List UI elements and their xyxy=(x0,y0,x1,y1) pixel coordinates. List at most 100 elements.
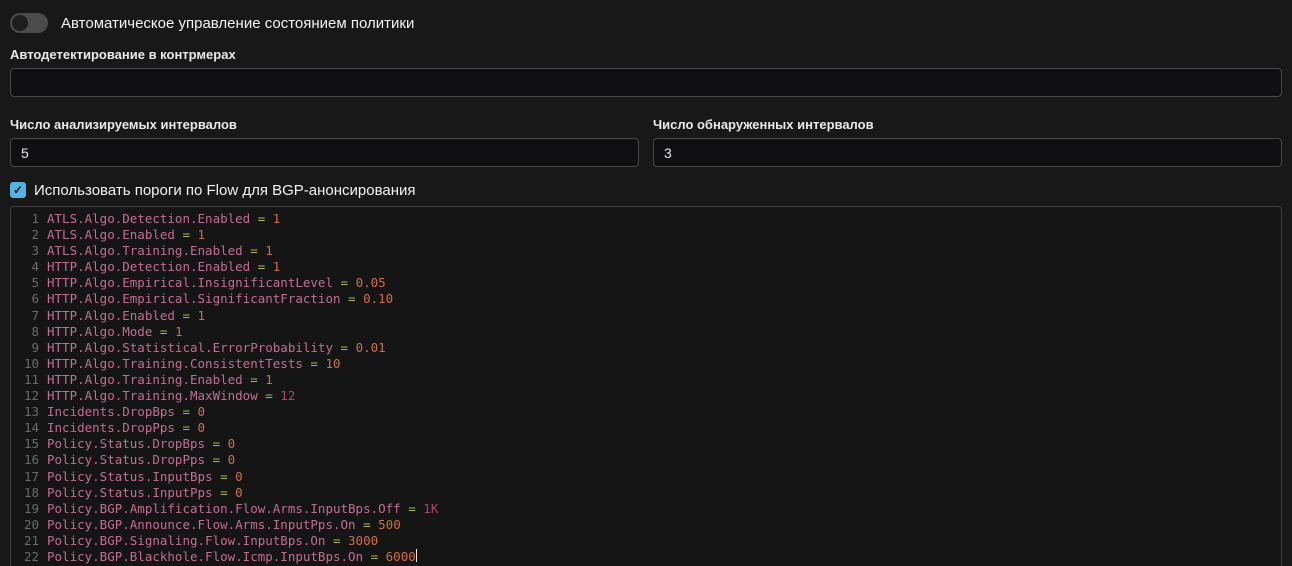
code-line[interactable]: 18Policy.Status.InputPps = 0 xyxy=(11,485,1281,501)
config-key: Policy.Status.InputBps xyxy=(47,469,213,485)
policy-auto-state-row: Автоматическое управление состоянием пол… xyxy=(10,12,1282,34)
code-line[interactable]: 15Policy.Status.DropBps = 0 xyxy=(11,436,1281,452)
flow-thresholds-label: Использовать пороги по Flow для BGP-анон… xyxy=(34,182,416,199)
line-number: 15 xyxy=(11,436,47,452)
config-value: 0 xyxy=(235,485,243,501)
config-value: 1 xyxy=(273,211,281,227)
code-line[interactable]: 2ATLS.Algo.Enabled = 1 xyxy=(11,227,1281,243)
analyzed-intervals-label: Число анализируемых интервалов xyxy=(10,117,639,132)
equals-operator: = xyxy=(250,259,273,275)
config-key: Policy.Status.DropPps xyxy=(47,452,205,468)
line-number: 3 xyxy=(11,243,47,259)
code-line[interactable]: 3ATLS.Algo.Training.Enabled = 1 xyxy=(11,243,1281,259)
config-value: 0 xyxy=(228,436,236,452)
code-line[interactable]: 13Incidents.DropBps = 0 xyxy=(11,404,1281,420)
code-line[interactable]: 7HTTP.Algo.Enabled = 1 xyxy=(11,308,1281,324)
equals-operator: = xyxy=(325,533,348,549)
config-value: 1 xyxy=(175,324,183,340)
code-line[interactable]: 6HTTP.Algo.Empirical.SignificantFraction… xyxy=(11,291,1281,307)
code-line[interactable]: 9HTTP.Algo.Statistical.ErrorProbability … xyxy=(11,340,1281,356)
line-number: 4 xyxy=(11,259,47,275)
config-key: Policy.BGP.Amplification.Flow.Arms.Input… xyxy=(47,501,401,517)
code-line[interactable]: 8HTTP.Algo.Mode = 1 xyxy=(11,324,1281,340)
toggle-knob xyxy=(12,15,28,31)
code-line[interactable]: 21Policy.BGP.Signaling.Flow.InputBps.On … xyxy=(11,533,1281,549)
equals-operator: = xyxy=(152,324,175,340)
code-line[interactable]: 10HTTP.Algo.Training.ConsistentTests = 1… xyxy=(11,356,1281,372)
config-key: HTTP.Algo.Empirical.InsignificantLevel xyxy=(47,275,333,291)
config-value: 0 xyxy=(198,404,206,420)
line-number: 20 xyxy=(11,517,47,533)
code-line[interactable]: 19Policy.BGP.Amplification.Flow.Arms.Inp… xyxy=(11,501,1281,517)
equals-operator: = xyxy=(243,243,266,259)
config-value: 1 xyxy=(198,227,206,243)
line-number: 19 xyxy=(11,501,47,517)
config-key: ATLS.Algo.Training.Enabled xyxy=(47,243,243,259)
detected-intervals-field: Число обнаруженных интервалов xyxy=(653,117,1282,167)
equals-operator: = xyxy=(175,227,198,243)
equals-operator: = xyxy=(175,420,198,436)
equals-operator: = xyxy=(175,308,198,324)
autodetect-input[interactable] xyxy=(10,68,1282,97)
line-number: 9 xyxy=(11,340,47,356)
line-number: 11 xyxy=(11,372,47,388)
config-key: HTTP.Algo.Mode xyxy=(47,324,152,340)
code-line[interactable]: 1ATLS.Algo.Detection.Enabled = 1 xyxy=(11,211,1281,227)
policy-auto-state-toggle[interactable] xyxy=(10,13,48,33)
line-number: 1 xyxy=(11,211,47,227)
config-key: Policy.Status.DropBps xyxy=(47,436,205,452)
line-number: 17 xyxy=(11,469,47,485)
equals-operator: = xyxy=(243,372,266,388)
config-value: 0 xyxy=(235,469,243,485)
config-value: 0 xyxy=(228,452,236,468)
config-key: HTTP.Algo.Empirical.SignificantFraction xyxy=(47,291,341,307)
line-number: 6 xyxy=(11,291,47,307)
code-line[interactable]: 20Policy.BGP.Announce.Flow.Arms.InputPps… xyxy=(11,517,1281,533)
code-line[interactable]: 5HTTP.Algo.Empirical.InsignificantLevel … xyxy=(11,275,1281,291)
detected-intervals-input[interactable] xyxy=(653,138,1282,167)
config-value: 0.05 xyxy=(356,275,386,291)
line-number: 8 xyxy=(11,324,47,340)
code-line[interactable]: 17Policy.Status.InputBps = 0 xyxy=(11,469,1281,485)
code-line[interactable]: 12HTTP.Algo.Training.MaxWindow = 12 xyxy=(11,388,1281,404)
code-line[interactable]: 22Policy.BGP.Blackhole.Flow.Icmp.InputBp… xyxy=(11,549,1281,565)
analyzed-intervals-input[interactable] xyxy=(10,138,639,167)
config-key: Policy.BGP.Signaling.Flow.InputBps.On xyxy=(47,533,325,549)
code-line[interactable]: 16Policy.Status.DropPps = 0 xyxy=(11,452,1281,468)
equals-operator: = xyxy=(250,211,273,227)
config-key: Policy.BGP.Blackhole.Flow.Icmp.InputBps.… xyxy=(47,549,363,565)
config-key: Incidents.DropPps xyxy=(47,420,175,436)
config-key: HTTP.Algo.Detection.Enabled xyxy=(47,259,250,275)
config-value: 0.10 xyxy=(363,291,393,307)
equals-operator: = xyxy=(213,469,236,485)
config-value: 10 xyxy=(325,356,340,372)
flow-thresholds-checkbox[interactable]: ✓ xyxy=(10,182,26,198)
intervals-row: Число анализируемых интервалов Число обн… xyxy=(10,117,1282,167)
line-number: 21 xyxy=(11,533,47,549)
equals-operator: = xyxy=(341,291,364,307)
equals-operator: = xyxy=(258,388,281,404)
config-editor[interactable]: 1ATLS.Algo.Detection.Enabled = 12ATLS.Al… xyxy=(10,206,1282,566)
line-number: 16 xyxy=(11,452,47,468)
config-key: HTTP.Algo.Training.Enabled xyxy=(47,372,243,388)
config-value: 3000 xyxy=(348,533,378,549)
equals-operator: = xyxy=(175,404,198,420)
config-value: 1K xyxy=(423,501,438,517)
detected-intervals-label: Число обнаруженных интервалов xyxy=(653,117,1282,132)
config-key: HTTP.Algo.Enabled xyxy=(47,308,175,324)
config-value: 1 xyxy=(265,243,273,259)
settings-form: Автоматическое управление состоянием пол… xyxy=(0,0,1292,566)
config-value: 1 xyxy=(265,372,273,388)
code-line[interactable]: 4HTTP.Algo.Detection.Enabled = 1 xyxy=(11,259,1281,275)
config-key: Incidents.DropBps xyxy=(47,404,175,420)
equals-operator: = xyxy=(303,356,326,372)
policy-auto-state-label: Автоматическое управление состоянием пол… xyxy=(61,15,414,32)
equals-operator: = xyxy=(333,275,356,291)
autodetect-label: Автодетектирование в контрмерах xyxy=(10,47,1282,62)
code-line[interactable]: 11HTTP.Algo.Training.Enabled = 1 xyxy=(11,372,1281,388)
config-key: HTTP.Algo.Training.ConsistentTests xyxy=(47,356,303,372)
config-key: ATLS.Algo.Enabled xyxy=(47,227,175,243)
equals-operator: = xyxy=(333,340,356,356)
code-line[interactable]: 14Incidents.DropPps = 0 xyxy=(11,420,1281,436)
line-number: 22 xyxy=(11,549,47,565)
